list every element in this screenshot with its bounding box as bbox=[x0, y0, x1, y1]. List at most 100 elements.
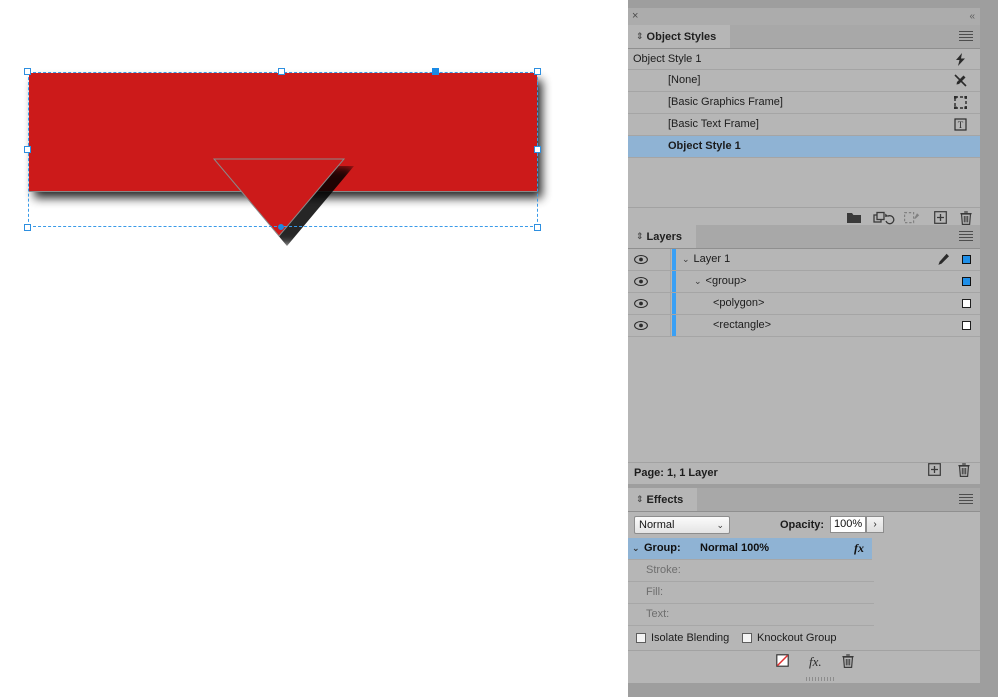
new-layer-icon[interactable] bbox=[928, 463, 941, 484]
lock-toggle[interactable] bbox=[652, 293, 671, 314]
selection-bounding-box bbox=[28, 72, 538, 227]
panel-grip-icon: ⇕ bbox=[636, 231, 644, 241]
delete-layer-icon[interactable] bbox=[958, 462, 970, 485]
layers-empty-area[interactable] bbox=[628, 337, 980, 462]
handle-middle-left[interactable] bbox=[24, 146, 31, 153]
effects-list: ⌄ Group: Normal 100% fx Stroke: Fill: Te… bbox=[628, 538, 980, 626]
eye-icon[interactable] bbox=[632, 249, 650, 270]
effects-item-stroke[interactable]: Stroke: bbox=[628, 560, 874, 582]
object-style-row-basic-graphics-frame[interactable]: [Basic Graphics Frame] bbox=[628, 92, 980, 114]
effects-footer: fx. bbox=[628, 650, 980, 673]
graphics-frame-icon bbox=[952, 92, 968, 113]
layer-label-wrap: <polygon> bbox=[713, 293, 764, 314]
effects-item-mode: Normal 100% bbox=[700, 542, 770, 554]
document-canvas[interactable] bbox=[0, 0, 628, 697]
lock-toggle[interactable] bbox=[652, 315, 671, 336]
layer-row-layer-1[interactable]: ⌄ Layer 1 bbox=[628, 249, 980, 271]
handle-top-right[interactable] bbox=[534, 68, 541, 75]
layer-name: <polygon> bbox=[713, 297, 765, 309]
opacity-input[interactable]: 100% bbox=[830, 516, 866, 533]
tab-object-styles-label: Object Styles bbox=[646, 31, 717, 43]
isolate-blending-checkbox[interactable]: Isolate Blending bbox=[636, 632, 729, 644]
layers-footer: Page: 1, 1 Layer bbox=[628, 462, 980, 484]
eye-icon[interactable] bbox=[632, 271, 650, 292]
add-effect-icon[interactable]: fx. bbox=[809, 654, 822, 670]
effects-menu-icon[interactable] bbox=[959, 494, 973, 505]
effects-item-label: Group: bbox=[644, 542, 681, 554]
knockout-group-label: Knockout Group bbox=[757, 632, 837, 644]
chevron-down-icon[interactable]: ⌄ bbox=[682, 254, 690, 264]
chevron-down-icon[interactable]: ⌄ bbox=[694, 276, 702, 286]
object-styles-current-style: Object Style 1 bbox=[628, 49, 980, 70]
object-style-row-object-style-1[interactable]: Object Style 1 bbox=[628, 136, 980, 158]
handle-bottom-center[interactable] bbox=[278, 224, 284, 230]
clear-effects-icon[interactable] bbox=[776, 654, 789, 670]
object-styles-menu-icon[interactable] bbox=[959, 31, 973, 42]
effects-tabbar: ⇕ Effects bbox=[628, 488, 980, 512]
artwork-group[interactable] bbox=[24, 68, 542, 246]
object-style-label: [Basic Graphics Frame] bbox=[668, 96, 783, 108]
effects-item-label: Fill: bbox=[646, 586, 664, 598]
handle-top-center[interactable] bbox=[278, 68, 285, 75]
layer-name: <group> bbox=[705, 275, 747, 287]
opacity-label: Opacity: bbox=[780, 519, 825, 531]
object-styles-tabbar: ⇕ Object Styles bbox=[628, 25, 980, 49]
layer-row-group[interactable]: ⌄ <group> bbox=[628, 271, 980, 293]
svg-text:T: T bbox=[957, 120, 963, 130]
object-styles-empty-area[interactable] bbox=[628, 158, 980, 207]
object-style-row-none[interactable]: [None] bbox=[628, 70, 980, 92]
handle-bottom-right[interactable] bbox=[534, 224, 541, 231]
tab-effects[interactable]: ⇕ Effects bbox=[628, 488, 698, 511]
tab-layers[interactable]: ⇕ Layers bbox=[628, 225, 697, 248]
checkbox-box[interactable] bbox=[636, 633, 646, 643]
effects-controls: Normal ⌄ Opacity: 100% › bbox=[628, 512, 980, 538]
object-style-row-basic-text-frame[interactable]: [Basic Text Frame] T bbox=[628, 114, 980, 136]
handle-top-right-active[interactable] bbox=[432, 68, 439, 75]
lock-toggle[interactable] bbox=[652, 271, 671, 292]
handle-bottom-left[interactable] bbox=[24, 224, 31, 231]
lock-toggle[interactable] bbox=[652, 249, 671, 270]
blend-mode-select[interactable]: Normal ⌄ bbox=[634, 516, 730, 534]
eye-icon[interactable] bbox=[632, 315, 650, 336]
text-frame-icon: T bbox=[952, 114, 968, 135]
handle-top-left[interactable] bbox=[24, 68, 31, 75]
panel-grip-icon: ⇕ bbox=[636, 494, 644, 504]
panel-grip-icon: ⇕ bbox=[636, 31, 644, 41]
layer-color-swatch bbox=[672, 271, 676, 292]
effects-item-fill[interactable]: Fill: bbox=[628, 582, 874, 604]
effects-item-text[interactable]: Text: bbox=[628, 604, 874, 626]
layer-target-square[interactable] bbox=[962, 315, 971, 336]
blend-mode-value: Normal bbox=[639, 519, 675, 531]
layer-target-square[interactable] bbox=[962, 271, 971, 292]
object-style-label: Object Style 1 bbox=[668, 140, 741, 152]
tab-object-styles[interactable]: ⇕ Object Styles bbox=[628, 25, 731, 48]
object-style-label: [None] bbox=[668, 74, 701, 86]
layers-menu-icon[interactable] bbox=[959, 231, 973, 242]
layer-target-square[interactable] bbox=[962, 293, 971, 314]
delete-effect-icon[interactable] bbox=[842, 653, 854, 671]
collapse-panels-icon[interactable]: « bbox=[969, 9, 974, 24]
chevron-down-icon[interactable]: ⌄ bbox=[632, 538, 640, 559]
knockout-group-checkbox[interactable]: Knockout Group bbox=[742, 632, 837, 644]
close-icon[interactable]: × bbox=[632, 9, 638, 24]
layer-row-polygon[interactable]: <polygon> bbox=[628, 293, 980, 315]
effects-panel: ⇕ Effects Normal ⌄ Opacity: 100% › ⌄ Grou… bbox=[628, 488, 980, 683]
layer-color-swatch bbox=[672, 315, 676, 336]
checkbox-box[interactable] bbox=[742, 633, 752, 643]
eye-icon[interactable] bbox=[632, 293, 650, 314]
opacity-stepper[interactable]: › bbox=[866, 516, 884, 533]
panel-resize-grip[interactable] bbox=[806, 677, 834, 681]
layer-label-wrap: ⌄ Layer 1 bbox=[682, 249, 730, 270]
lightning-bolt-icon[interactable] bbox=[952, 49, 968, 69]
handle-middle-right[interactable] bbox=[534, 146, 541, 153]
panel-dock: × « ⇕ Object Styles Object Style 1 [None] bbox=[628, 0, 998, 697]
layer-color-swatch bbox=[672, 249, 676, 270]
layer-row-rectangle[interactable]: <rectangle> bbox=[628, 315, 980, 337]
layer-target-square[interactable] bbox=[962, 249, 971, 270]
layer-label-wrap: <rectangle> bbox=[713, 315, 771, 336]
tab-effects-label: Effects bbox=[646, 494, 684, 506]
tab-layers-label: Layers bbox=[646, 231, 683, 243]
effects-item-group[interactable]: ⌄ Group: Normal 100% fx bbox=[628, 538, 872, 560]
object-styles-panel: ⇕ Object Styles Object Style 1 [None] [B… bbox=[628, 25, 980, 230]
fx-icon[interactable]: fx bbox=[854, 538, 864, 559]
